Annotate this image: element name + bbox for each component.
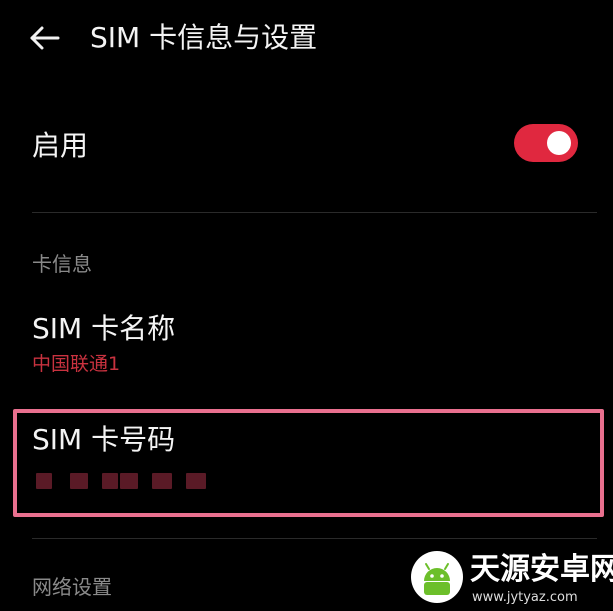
watermark-url: www.jytyaz.com: [472, 590, 578, 605]
mask-block: [186, 473, 206, 489]
enable-label: 启用: [32, 129, 89, 162]
back-button[interactable]: [24, 18, 64, 58]
sim-name-value: 中国联通1: [32, 353, 121, 375]
divider: [32, 538, 597, 539]
enable-row[interactable]: 启用: [0, 110, 613, 182]
sim-number-item[interactable]: SIM 卡号码: [0, 420, 613, 500]
watermark-name: 天源安卓网: [470, 552, 613, 587]
toggle-knob: [547, 131, 571, 155]
sim-name-item[interactable]: SIM 卡名称 中国联通1: [0, 309, 613, 385]
android-logo-icon: [411, 551, 463, 603]
section-header-network: 网络设置: [32, 575, 112, 599]
mask-block: [120, 473, 138, 489]
watermark: 天源安卓网 www.jytyaz.com: [410, 548, 613, 610]
sim-name-title: SIM 卡名称: [32, 312, 176, 345]
section-header-card-info: 卡信息: [32, 252, 92, 276]
divider: [32, 212, 597, 213]
arrow-left-icon: [30, 26, 60, 50]
top-app-bar: SIM 卡信息与设置: [0, 0, 613, 76]
mask-block: [36, 473, 52, 489]
page-title: SIM 卡信息与设置: [90, 21, 318, 54]
mask-block: [152, 473, 172, 489]
enable-toggle[interactable]: [514, 124, 578, 162]
mask-block: [70, 473, 88, 489]
sim-number-title: SIM 卡号码: [32, 423, 176, 456]
mask-block: [102, 473, 118, 489]
